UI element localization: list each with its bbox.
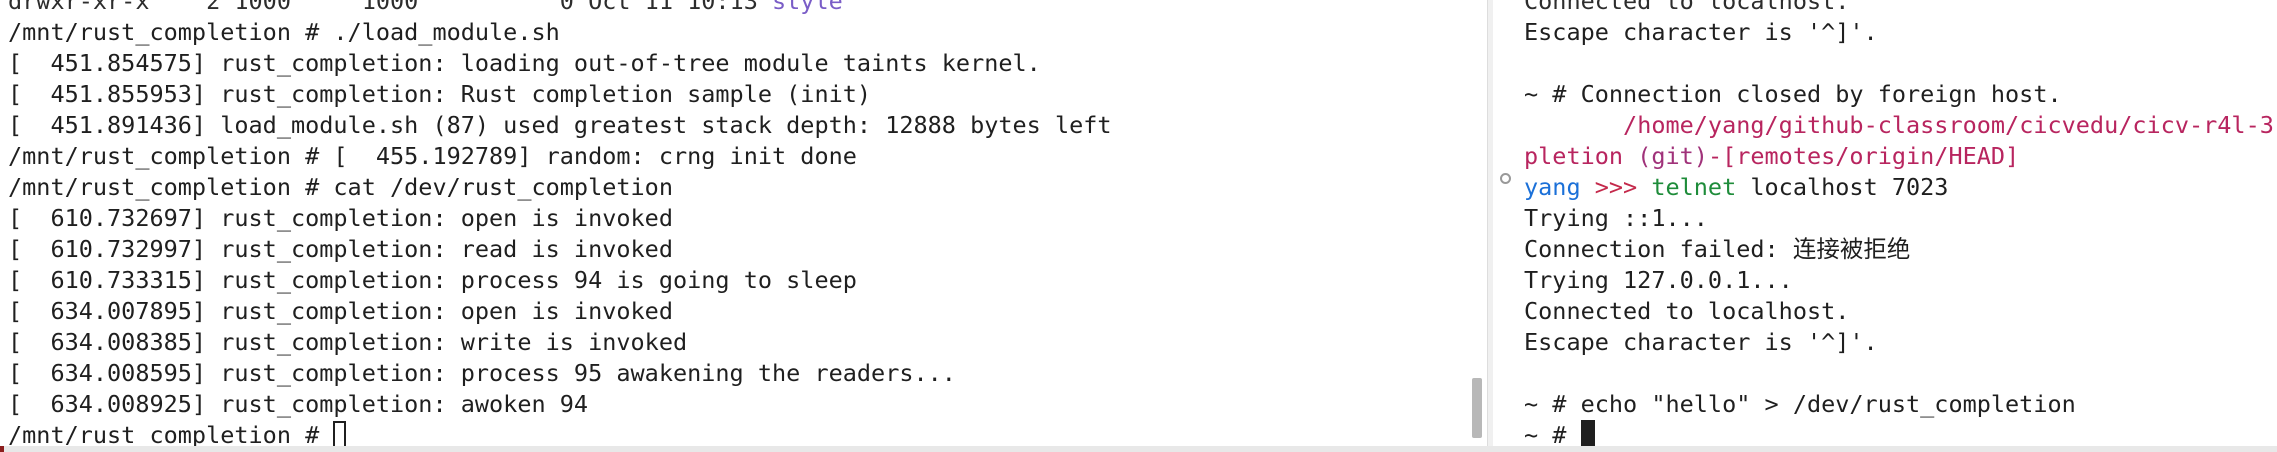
terminal-output-left: drwxr-xr-x 2 1000 1000 0 Oct 11 10:13 st…	[8, 0, 1112, 451]
terminal-line: [ 610.732697] rust_completion: open is i…	[8, 204, 673, 232]
terminal-line: Escape character is '^]'.	[1524, 328, 1878, 356]
terminal-line: [ 451.854575] rust_completion: loading o…	[8, 49, 1041, 77]
scrollbar-thumb[interactable]	[1472, 378, 1482, 438]
terminal-line: [ 634.008925] rust_completion: awoken 94	[8, 390, 589, 418]
terminal-line: [ 634.008385] rust_completion: write is …	[8, 328, 688, 356]
path-indent	[1524, 111, 1623, 139]
cwd-path: /home/yang/github-classroom/cicvedu/cicv…	[1623, 111, 2277, 139]
prompt-command: telnet	[1651, 173, 1737, 201]
text-cursor-active	[1580, 420, 1595, 448]
terminal-line: /mnt/rust_completion # ./load_module.sh	[8, 18, 560, 46]
prompt-status-circle-icon	[1500, 173, 1511, 184]
terminal-line: [ 610.732997] rust_completion: read is i…	[8, 235, 673, 263]
terminal-line: ~ # echo "hello" > /dev/rust_completion	[1524, 390, 2076, 418]
terminal-line: Trying 127.0.0.1...	[1524, 266, 1793, 294]
cut-line-text: drwxr-xr-x 2 1000 1000 0 Oct 11 10:13	[8, 0, 773, 15]
git-branch: -[remotes/origin/HEAD]	[1707, 142, 2020, 170]
terminal-path-line-cont: pletion (git)-[remotes/origin/HEAD]	[1524, 141, 2277, 172]
terminal-line: /mnt/rust_completion # [ 455.192789] ran…	[8, 142, 857, 170]
prompt-arrow: >>>	[1580, 173, 1652, 201]
prompt-args: localhost 7023	[1736, 173, 1949, 201]
terminal-line: [ 451.891436] load_module.sh (87) used g…	[8, 111, 1112, 139]
bottom-left-marker	[0, 446, 4, 452]
terminal-line: [ 634.008595] rust_completion: process 9…	[8, 359, 956, 387]
terminal-pane-left[interactable]: drwxr-xr-x 2 1000 1000 0 Oct 11 10:13 st…	[0, 0, 1487, 452]
terminal-line: ~ # Connection closed by foreign host.	[1524, 80, 2062, 108]
terminal-pane-right[interactable]: Connected to localhost. Escape character…	[1492, 0, 2277, 452]
shell-prompt: ~ #	[1524, 421, 1581, 449]
terminal-line: Connection failed: 连接被拒绝	[1524, 235, 1911, 263]
git-label: (git)	[1623, 142, 1708, 170]
terminal-path-line: /home/yang/github-classroom/cicvedu/cicv…	[1524, 110, 2277, 141]
terminal-line: /mnt/rust_completion # cat /dev/rust_com…	[8, 173, 673, 201]
cut-line-accent: style	[772, 0, 843, 15]
terminal-line: [ 634.007895] rust_completion: open is i…	[8, 297, 673, 325]
bottom-status-strip	[0, 446, 2277, 452]
terminal-line: Connected to localhost.	[1524, 297, 1850, 325]
terminal-line: Escape character is '^]'.	[1524, 18, 1878, 46]
terminal-line: Connected to localhost.	[1524, 0, 1850, 15]
text-cursor-inactive	[333, 421, 347, 448]
shell-prompt: /mnt/rust_completion #	[8, 421, 334, 449]
prompt-user: yang	[1524, 173, 1581, 201]
terminal-prompt-line: yang >>> telnet localhost 7023	[1524, 172, 2277, 203]
terminal-output-right: Connected to localhost. Escape character…	[1524, 0, 2277, 451]
terminal-window: drwxr-xr-x 2 1000 1000 0 Oct 11 10:13 st…	[0, 0, 2277, 452]
terminal-line: Trying ::1...	[1524, 204, 1708, 232]
terminal-line: drwxr-xr-x 2 1000 1000 0 Oct 11 10:13 st…	[8, 0, 1112, 17]
cwd-path-cont: pletion	[1524, 142, 1624, 170]
terminal-line: [ 451.855953] rust_completion: Rust comp…	[8, 80, 872, 108]
terminal-line: [ 610.733315] rust_completion: process 9…	[8, 266, 857, 294]
